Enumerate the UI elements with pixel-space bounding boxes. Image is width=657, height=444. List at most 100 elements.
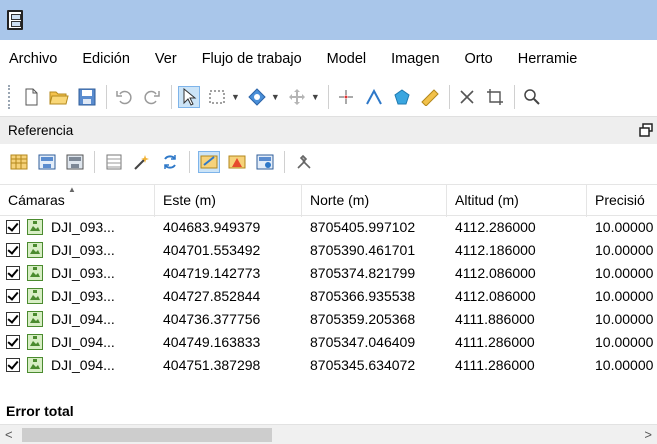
panel-header: Referencia [0,116,657,144]
redo-icon[interactable] [141,86,163,108]
wand-icon[interactable] [131,151,153,173]
cell-altitud: 4112.086000 [455,288,536,304]
cell-altitud: 4111.886000 [455,311,535,327]
float-window-icon[interactable] [639,123,653,137]
panel-toolbar-separator [94,151,95,173]
camera-name: DJI_094... [51,311,115,327]
cell-precision: 10.00000 [595,311,654,327]
panel-toolbar-separator [189,151,190,173]
cell-este: 404749.163833 [163,334,261,350]
camera-checkbox[interactable] [6,335,20,349]
export-cameras-icon[interactable] [36,151,58,173]
menu-herramientas[interactable]: Herramie [518,51,578,67]
toolbar-grip[interactable] [8,85,12,109]
cell-precision: 10.00000 [595,288,654,304]
toolbar-separator [513,85,515,109]
toolbar-separator [448,85,450,109]
table-view-icon[interactable] [103,151,125,173]
measure-ruler-icon[interactable] [419,86,441,108]
menu-edicion[interactable]: Edición [82,51,130,67]
cell-precision: 10.00000 [595,334,654,350]
settings-ref-icon[interactable] [254,151,276,173]
camera-image-icon [27,334,43,350]
cell-precision: 10.00000 [595,265,654,281]
cell-norte: 8705359.205368 [310,311,416,327]
column-header-altitud[interactable]: Altitud (m) [447,185,587,217]
cell-este: 404727.852844 [163,288,261,304]
toolbar-separator [106,85,107,109]
cell-altitud: 4112.286000 [455,219,536,235]
camera-ref-icon[interactable] [198,151,220,173]
scroll-right-icon[interactable]: > [644,427,652,442]
column-header-precision[interactable]: Precisió [587,185,657,217]
table-header: ▲ Cámaras Este (m) Norte (m) Altitud (m)… [0,184,657,217]
camera-image-icon [27,288,43,304]
refresh-icon[interactable] [159,151,181,173]
cell-altitud: 4111.286000 [455,357,535,373]
chevron-down-icon[interactable]: ▼ [271,92,280,102]
camera-checkbox[interactable] [6,266,20,280]
camera-name: DJI_093... [51,288,115,304]
menu-ver[interactable]: Ver [155,51,177,67]
cell-norte: 8705345.634072 [310,357,416,373]
table-row[interactable]: DJI_093... 404701.553492 8705390.461701 … [0,239,657,262]
main-toolbar: ▼ ▼ ▼ [0,78,657,116]
chevron-down-icon[interactable]: ▼ [311,92,320,102]
zoom-icon[interactable] [521,86,543,108]
save-icon[interactable] [76,86,98,108]
cell-altitud: 4112.186000 [455,242,536,258]
camera-checkbox[interactable] [6,358,20,372]
menu-flujo-de-trabajo[interactable]: Flujo de trabajo [202,51,302,67]
menu-model[interactable]: Model [327,51,367,67]
chevron-down-icon[interactable]: ▼ [231,92,240,102]
camera-checkbox[interactable] [6,312,20,326]
ruler-angle-icon[interactable] [363,86,385,108]
scrollbar-thumb[interactable] [22,428,272,442]
menu-archivo[interactable]: Archivo [9,51,57,67]
camera-checkbox[interactable] [6,243,20,257]
column-header-norte[interactable]: Norte (m) [302,185,447,217]
table-row[interactable]: DJI_094... 404736.377756 8705359.205368 … [0,308,657,331]
cell-este: 404701.553492 [163,242,261,258]
import-markers-icon[interactable] [64,151,86,173]
cell-este: 404719.142773 [163,265,261,281]
undo-icon[interactable] [113,86,135,108]
table-row[interactable]: DJI_093... 404719.142773 8705374.821799 … [0,262,657,285]
cell-norte: 8705405.997102 [310,219,416,235]
table-row[interactable]: DJI_094... 404751.387298 8705345.634072 … [0,354,657,377]
camera-checkbox[interactable] [6,289,20,303]
menu-imagen[interactable]: Imagen [391,51,439,67]
warning-ref-icon[interactable] [226,151,248,173]
menu-orto[interactable]: Orto [465,51,493,67]
column-header-camaras[interactable]: ▲ Cámaras [0,185,155,217]
camera-image-icon [27,265,43,281]
tools-icon[interactable] [293,151,315,173]
camera-checkbox[interactable] [6,220,20,234]
table-row[interactable]: DJI_093... 404683.949379 8705405.997102 … [0,216,657,239]
column-header-este[interactable]: Este (m) [155,185,302,217]
table-row[interactable]: DJI_094... 404749.163833 8705347.046409 … [0,331,657,354]
camera-image-icon [27,357,43,373]
navigate-icon[interactable] [246,86,268,108]
scroll-left-icon[interactable]: < [5,427,13,442]
horizontal-scrollbar[interactable]: < > [0,424,657,444]
cell-altitud: 4112.086000 [455,265,536,281]
shape-icon[interactable] [391,86,413,108]
sort-arrow-icon: ▲ [68,185,76,194]
camera-name: DJI_094... [51,357,115,373]
table-row[interactable]: DJI_093... 404727.852844 8705366.935538 … [0,285,657,308]
panel-toolbar [0,144,657,180]
panel-toolbar-separator [284,151,285,173]
camera-name: DJI_093... [51,265,115,281]
cell-precision: 10.00000 [595,219,654,235]
delete-x-icon[interactable] [456,86,478,108]
open-folder-icon[interactable] [48,86,70,108]
cell-este: 404751.387298 [163,357,261,373]
pointer-select-icon[interactable] [178,86,200,108]
new-document-icon[interactable] [20,86,42,108]
center-crosshair-icon[interactable] [335,86,357,108]
crop-icon[interactable] [484,86,506,108]
move-icon[interactable] [286,86,308,108]
rectangle-select-icon[interactable] [206,86,228,108]
import-cameras-icon[interactable] [8,151,30,173]
